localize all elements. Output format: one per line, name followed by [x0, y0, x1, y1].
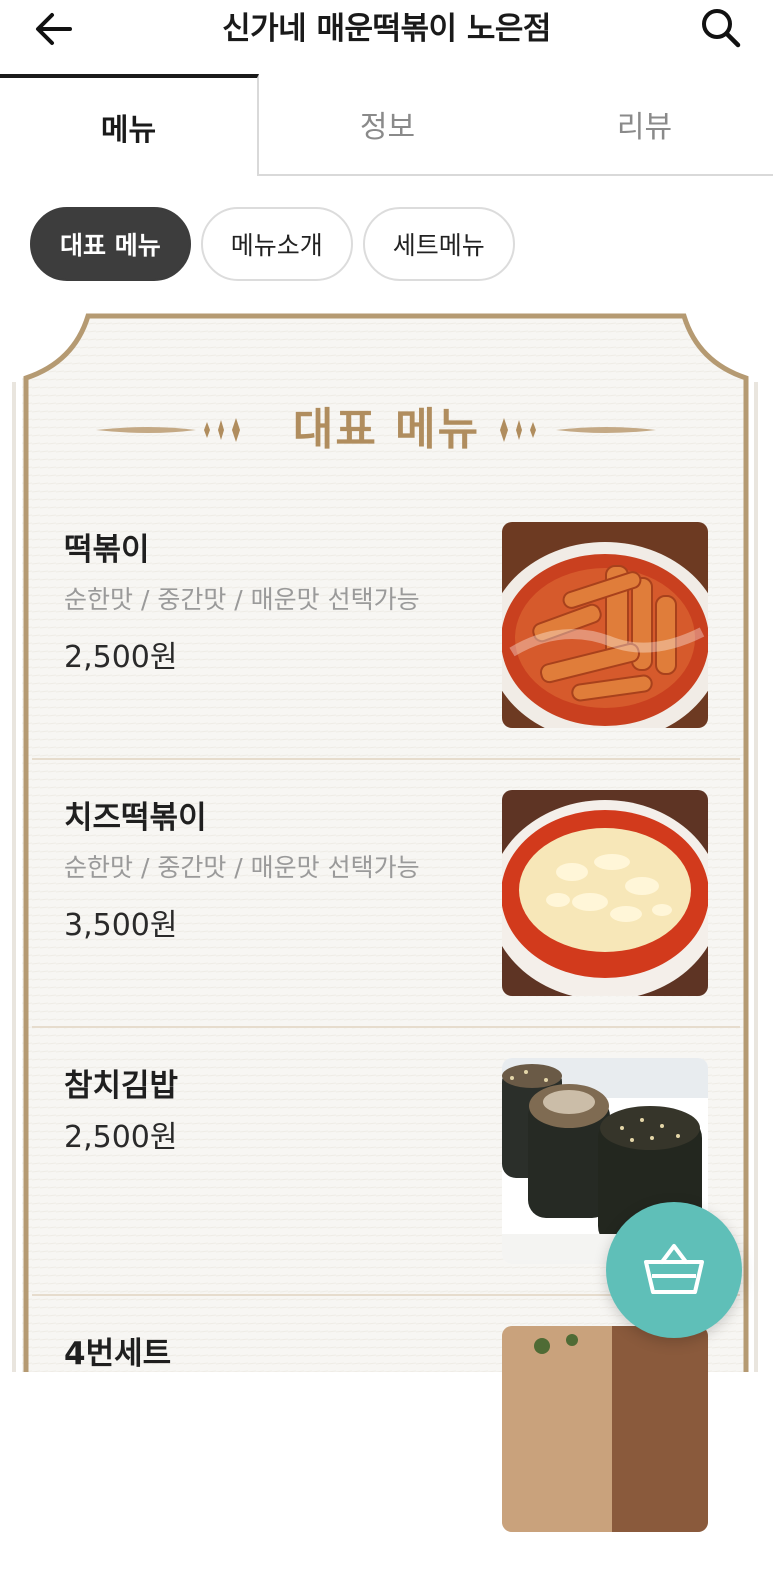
board-title: 대표 메뉴: [292, 404, 481, 455]
menu-item-name: 치즈떡볶이: [64, 800, 207, 836]
chip-set-menu[interactable]: 세트메뉴: [362, 207, 515, 281]
menu-item-desc: 순한맛 / 중간맛 / 매운맛 선택가능: [64, 585, 420, 614]
app-header: 신가네 매운떡볶이 노은점: [0, 0, 773, 74]
menu-item-desc: 순한맛 / 중간맛 / 매운맛 선택가능: [64, 853, 420, 882]
cart-button[interactable]: [606, 1202, 742, 1338]
menu-item-name: 떡볶이: [64, 532, 150, 568]
menu-item-price: 2,500원: [64, 640, 178, 675]
chip-featured-menu[interactable]: 대표 메뉴: [30, 207, 191, 281]
basket-icon: [644, 1244, 704, 1294]
category-chips: 대표 메뉴 메뉴소개 세트메뉴: [30, 207, 515, 281]
tab-info[interactable]: 정보: [259, 74, 516, 176]
menu-item-name: 참치김밥: [64, 1068, 179, 1104]
menu-item[interactable]: 4번세트: [32, 1326, 738, 1594]
menu-item-name: 4번세트: [64, 1336, 172, 1372]
search-button[interactable]: [695, 4, 747, 52]
item-divider: [32, 1026, 740, 1028]
search-icon: [702, 9, 741, 48]
tab-reviews[interactable]: 리뷰: [516, 74, 773, 176]
chip-menu-intro[interactable]: 메뉴소개: [200, 207, 353, 281]
cheese-tteokbokki-photo: [502, 790, 708, 996]
menu-item[interactable]: 떡볶이 순한맛 / 중간맛 / 매운맛 선택가능 2,500원: [32, 522, 738, 790]
set-photo: [502, 1326, 708, 1532]
menu-item-price: 2,500원: [64, 1120, 178, 1155]
tteokbokki-photo: [502, 522, 708, 728]
tab-bar: 메뉴 정보 리뷰: [0, 74, 773, 176]
page-title: 신가네 매운떡볶이 노은점: [222, 11, 551, 47]
item-divider: [32, 758, 740, 760]
tab-menu[interactable]: 메뉴: [0, 74, 259, 176]
menu-item-price: 3,500원: [64, 908, 178, 943]
menu-item[interactable]: 치즈떡볶이 순한맛 / 중간맛 / 매운맛 선택가능 3,500원: [32, 790, 738, 1058]
